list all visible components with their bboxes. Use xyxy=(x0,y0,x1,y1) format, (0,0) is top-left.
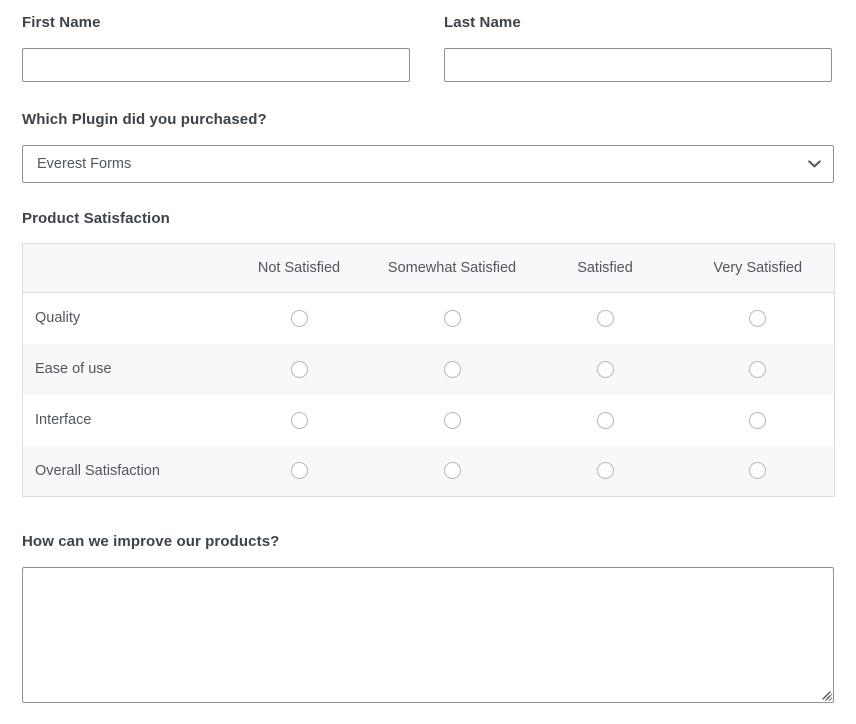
matrix-cell[interactable] xyxy=(529,446,682,497)
matrix-row-label: Interface xyxy=(35,412,92,428)
satisfaction-radio[interactable] xyxy=(290,360,308,378)
table-row: Interface xyxy=(22,394,835,446)
satisfaction-radio[interactable] xyxy=(290,462,308,480)
matrix-cell[interactable] xyxy=(529,344,682,395)
last-name-field-group: Last Name xyxy=(444,15,832,82)
matrix-header-row: Not Satisfied Somewhat Satisfied Satisfi… xyxy=(22,243,835,293)
improve-label: How can we improve our products? xyxy=(22,533,280,550)
matrix-cell[interactable] xyxy=(376,344,529,395)
satisfaction-radio[interactable] xyxy=(749,360,767,378)
improve-field-group: How can we improve our products? xyxy=(22,534,834,703)
matrix-body: Quality Ease of use Interface Overall Sa… xyxy=(22,292,835,497)
satisfaction-radio[interactable] xyxy=(443,411,461,429)
matrix-cell[interactable] xyxy=(223,446,376,497)
satisfaction-label: Product Satisfaction xyxy=(22,210,170,227)
satisfaction-survey-form: First Name Last Name Which Plugin did yo… xyxy=(0,0,856,724)
matrix-column-header: Not Satisfied xyxy=(222,243,376,293)
satisfaction-radio[interactable] xyxy=(596,309,614,327)
improve-textarea-wrapper xyxy=(22,567,834,703)
satisfaction-matrix-table: Not Satisfied Somewhat Satisfied Satisfi… xyxy=(22,243,835,497)
plugin-select[interactable]: Everest Forms xyxy=(22,145,834,183)
matrix-cell[interactable] xyxy=(682,344,835,395)
matrix-column-header: Satisfied xyxy=(528,243,682,293)
satisfaction-radio[interactable] xyxy=(596,411,614,429)
matrix-cell[interactable] xyxy=(376,446,529,497)
table-row: Overall Satisfaction xyxy=(22,445,835,497)
first-name-field-group: First Name xyxy=(22,15,410,82)
satisfaction-field-group: Product Satisfaction Not Satisfied Somew… xyxy=(22,210,835,497)
matrix-cell[interactable] xyxy=(223,395,376,446)
matrix-header: Not Satisfied Somewhat Satisfied Satisfi… xyxy=(22,243,835,293)
satisfaction-radio[interactable] xyxy=(443,309,461,327)
satisfaction-radio[interactable] xyxy=(749,309,767,327)
last-name-input[interactable] xyxy=(444,48,832,82)
matrix-column-header: Very Satisfied xyxy=(681,243,835,293)
first-name-label: First Name xyxy=(22,14,101,31)
matrix-corner-header xyxy=(22,243,223,293)
satisfaction-radio[interactable] xyxy=(596,360,614,378)
matrix-cell[interactable] xyxy=(682,446,835,497)
matrix-cell[interactable] xyxy=(529,395,682,446)
matrix-cell[interactable] xyxy=(223,293,376,344)
matrix-row-label: Overall Satisfaction xyxy=(35,462,160,479)
first-name-input[interactable] xyxy=(22,48,410,82)
satisfaction-radio[interactable] xyxy=(443,360,461,378)
matrix-row-label: Ease of use xyxy=(35,361,112,377)
satisfaction-radio[interactable] xyxy=(596,462,614,480)
matrix-column-header: Somewhat Satisfied xyxy=(375,243,529,293)
satisfaction-radio[interactable] xyxy=(749,462,767,480)
matrix-row-label: Quality xyxy=(35,310,81,327)
satisfaction-radio[interactable] xyxy=(290,309,308,327)
plugin-label: Which Plugin did you purchased? xyxy=(22,111,267,128)
table-row: Ease of use xyxy=(22,343,835,395)
matrix-cell[interactable] xyxy=(223,344,376,395)
plugin-select-wrapper: Everest Forms xyxy=(22,145,834,183)
satisfaction-radio[interactable] xyxy=(443,462,461,480)
satisfaction-radio[interactable] xyxy=(290,411,308,429)
last-name-label: Last Name xyxy=(444,14,521,31)
name-fields-row: First Name Last Name xyxy=(22,15,834,82)
matrix-cell[interactable] xyxy=(376,293,529,344)
matrix-cell[interactable] xyxy=(682,395,835,446)
plugin-field-group: Which Plugin did you purchased? Everest … xyxy=(22,112,834,183)
table-row: Quality xyxy=(22,292,835,344)
matrix-cell[interactable] xyxy=(529,293,682,344)
improve-textarea[interactable] xyxy=(22,567,834,703)
satisfaction-radio[interactable] xyxy=(749,411,767,429)
matrix-cell[interactable] xyxy=(376,395,529,446)
matrix-cell[interactable] xyxy=(682,293,835,344)
